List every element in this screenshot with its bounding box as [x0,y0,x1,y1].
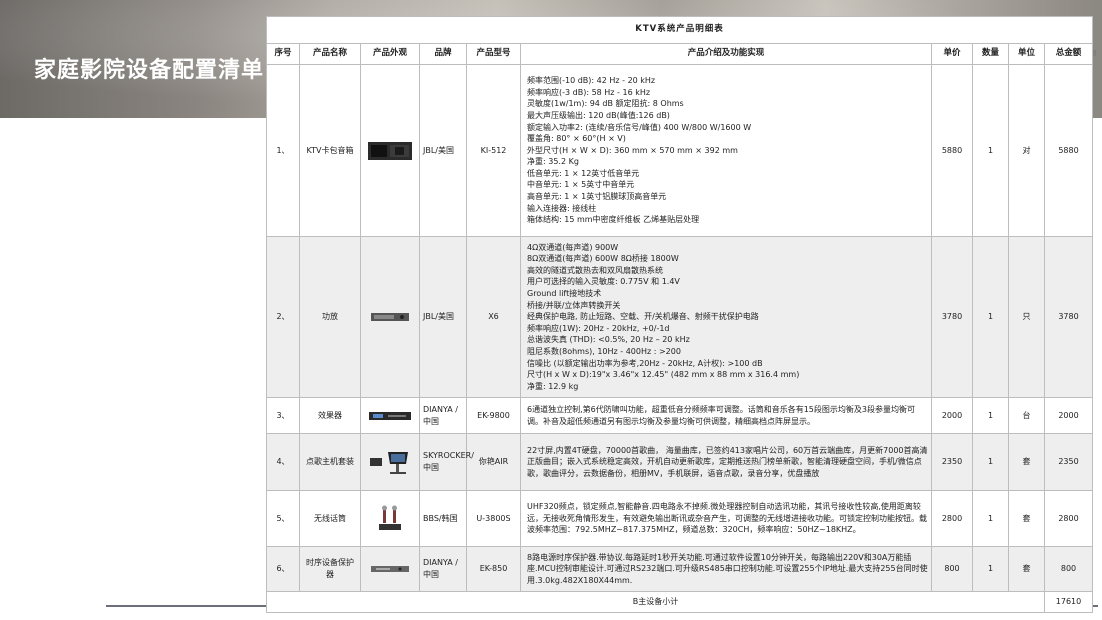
table-row: 2、 功放 JBL/美国 X6 4Ω双通道(每声道) 900W 8Ω双通道(每声… [266,236,1093,398]
row-brand: JBL/美国 [419,64,467,237]
row-price: 800 [931,546,973,592]
table-row: 4、 点歌主机套装 SKYROCKER/中国 你艳AIR 22寸屏,内置4T硬盘… [266,433,1093,491]
row-name: 点歌主机套装 [299,433,361,491]
row-name: 效果器 [299,397,361,434]
amplifier-icon [371,313,409,321]
header-description: 产品介绍及功能实现 [520,43,932,65]
row-index: 6、 [266,546,300,592]
row-unit: 台 [1008,397,1045,434]
row-price: 2000 [931,397,973,434]
row-description: 频率范围(-10 dB): 42 Hz - 20 kHz 频率响应(-3 dB)… [520,64,932,237]
slide-title: 家庭影院设备配置清单 [34,58,265,83]
row-price: 2350 [931,433,973,491]
row-unit: 对 [1008,64,1045,237]
row-total: 2000 [1044,397,1093,434]
row-image [360,546,420,592]
subtotal-label: B主设备小计 [266,591,1045,613]
row-name: 无线话筒 [299,490,361,547]
header-unit: 单位 [1008,43,1045,65]
row-model: EK-850 [466,546,521,592]
row-description: 22寸屏,内置4T硬盘，70000首歌曲， 海量曲库，已签约413家唱片公司，6… [520,433,932,491]
header-appearance: 产品外观 [360,43,420,65]
row-description: 8路电源时序保护器.带协议.每路延时1秒开关功能.可通过软件设置10分钟开关，每… [520,546,932,592]
row-price: 2800 [931,490,973,547]
row-image [360,236,420,398]
row-brand: JBL/美国 [419,236,467,398]
row-qty: 1 [972,490,1009,547]
table-row: 5、 无线话筒 BBS/韩国 U-3800S UHF320频点，锁定频点,智能静… [266,490,1093,547]
header-qty: 数量 [972,43,1009,65]
subtotal-value: 17610 [1044,591,1093,613]
row-total: 800 [1044,546,1093,592]
row-brand: BBS/韩国 [419,490,467,547]
power-sequencer-icon [371,566,409,572]
row-model: 你艳AIR [466,433,521,491]
row-index: 3、 [266,397,300,434]
subtotal-row: B主设备小计 17610 [266,591,1093,613]
row-total: 5880 [1044,64,1093,237]
row-qty: 1 [972,64,1009,237]
row-unit: 套 [1008,546,1045,592]
row-qty: 1 [972,236,1009,398]
row-total: 2350 [1044,433,1093,491]
table-row: 6、 时序设备保护器 DIANYA /中国 EK-850 8路电源时序保护器.带… [266,546,1093,592]
row-unit: 套 [1008,433,1045,491]
row-qty: 1 [972,397,1009,434]
row-brand: DIANYA /中国 [419,546,467,592]
row-index: 5、 [266,490,300,547]
row-index: 2、 [266,236,300,398]
row-total: 3780 [1044,236,1093,398]
row-name: 时序设备保护器 [299,546,361,592]
speaker-icon [368,141,412,160]
header-total: 总金额 [1044,43,1093,65]
row-total: 2800 [1044,490,1093,547]
row-qty: 1 [972,546,1009,592]
table-header-row: 序号 产品名称 产品外观 品牌 产品型号 产品介绍及功能实现 单价 数量 单位 … [266,43,1093,65]
wireless-microphone-icon [379,505,401,530]
row-image [360,397,420,434]
table-row: 3、 效果器 DIANYA /中国 EK-9800 6通道独立控制,第6代防啸叫… [266,397,1093,434]
row-price: 5880 [931,64,973,237]
row-description: 6通道独立控制,第6代防啸叫功能，超重低音分频频率可调整。话筒和音乐各有15段图… [520,397,932,434]
row-description: UHF320频点，锁定频点,智能静音.四电路永不掉频.微处理器控制自动选讯功能，… [520,490,932,547]
row-qty: 1 [972,433,1009,491]
table-title-row: KTV系统产品明细表 [266,16,1093,44]
header-index: 序号 [266,43,300,65]
row-index: 1、 [266,64,300,237]
row-name: KTV卡包音箱 [299,64,361,237]
header-brand: 品牌 [419,43,467,65]
row-unit: 套 [1008,490,1045,547]
effects-processor-icon [369,411,411,420]
row-image [360,490,420,547]
row-brand: DIANYA /中国 [419,397,467,434]
header-price: 单价 [931,43,973,65]
table-title: KTV系统产品明细表 [266,16,1093,44]
row-model: X6 [466,236,521,398]
header-name: 产品名称 [299,43,361,65]
table-row: 1、 KTV卡包音箱 JBL/美国 KI-512 频率范围(-10 dB): 4… [266,64,1093,237]
row-image [360,64,420,237]
row-name: 功放 [299,236,361,398]
product-table-container: KTV系统产品明细表 序号 产品名称 产品外观 品牌 产品型号 产品介绍及功能实… [266,16,1093,613]
row-brand: SKYROCKER/中国 [419,433,474,491]
row-model: U-3800S [466,490,521,547]
row-model: EK-9800 [466,397,521,434]
row-model: KI-512 [466,64,521,237]
karaoke-system-icon [370,452,408,474]
row-image [360,433,420,491]
row-price: 3780 [931,236,973,398]
product-table: KTV系统产品明细表 序号 产品名称 产品外观 品牌 产品型号 产品介绍及功能实… [266,16,1093,613]
header-model: 产品型号 [466,43,521,65]
row-unit: 只 [1008,236,1045,398]
row-index: 4、 [266,433,300,491]
row-description: 4Ω双通道(每声道) 900W 8Ω双通道(每声道) 600W 8Ω桥接 180… [520,236,932,398]
